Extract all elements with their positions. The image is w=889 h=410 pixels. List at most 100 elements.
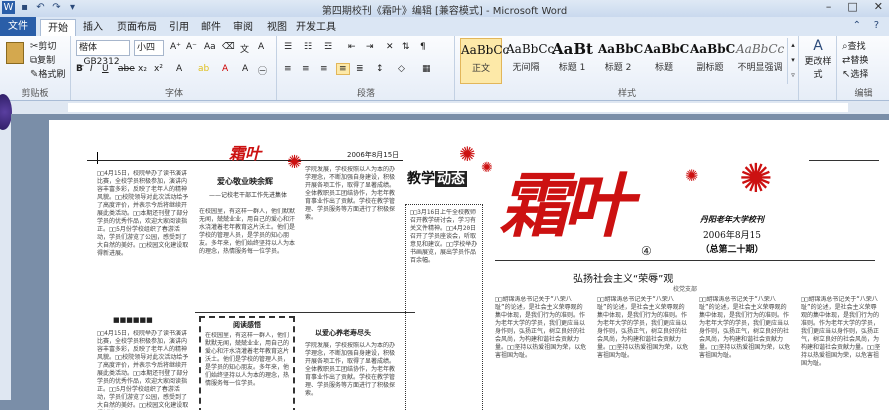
superscript-icon[interactable]: x²: [154, 64, 163, 74]
maple-leaf-icon: ✺: [459, 142, 476, 166]
distributed-icon[interactable]: ≣: [356, 64, 364, 74]
clipboard-group-label: 剪贴板: [21, 89, 49, 99]
help-icon[interactable]: ?: [874, 20, 879, 31]
style-name: 正文: [471, 64, 490, 74]
style-heading-2[interactable]: AaBbC 标题 2: [598, 38, 643, 82]
main-article-col2: □□胡锦涛总书记关于“八荣八耻”的论述，是社会主义荣辱观的集中体现，是我们行为的…: [597, 296, 689, 359]
font-group-label: 字体: [164, 89, 183, 99]
paste-icon: [6, 42, 24, 64]
change-styles-group: A 更改样式: [800, 36, 837, 100]
title-bar: W ▪ ↶ ↷ ▾ 第四期校刊《霜叶》编辑 [兼容模式] - Microsoft…: [0, 0, 889, 18]
article1-body: 在校园里，有这样一群人，他们默默无闻，兢兢业业，用自己的爱心和汗水浇灌着老年教育…: [199, 208, 295, 255]
main-article-col3: □□胡锦涛总书记关于“八荣八耻”的论述，是社会主义荣辱观的集中体现，是我们行为的…: [699, 296, 791, 359]
header-rule-right: [809, 160, 879, 161]
change-styles-button[interactable]: A 更改样式: [802, 38, 834, 80]
subscript-icon[interactable]: x₂: [138, 64, 147, 74]
strikethrough-icon[interactable]: abe: [118, 64, 135, 74]
shrink-font-icon[interactable]: A⁻: [186, 42, 197, 52]
tab-view[interactable]: 视图: [262, 19, 292, 36]
editing-group: ⌕查找 ⇄替换 ↖选择 编辑: [838, 36, 889, 100]
tab-mailings[interactable]: 邮件: [196, 19, 226, 36]
tab-home[interactable]: 开始: [40, 19, 76, 37]
underline-icon[interactable]: U: [102, 64, 109, 74]
news-box: □□3月16日上午全校教师召开教学研讨会，学习有关文件精神。□□4月20日召开了…: [405, 204, 483, 410]
style-normal[interactable]: AaBbCc 正文: [460, 38, 509, 84]
change-styles-label: 更改样式: [804, 57, 832, 80]
document-page[interactable]: 霜叶 2006年8月15日 ✺ □□4月15日，校院举办了读书演讲比赛，全校学员…: [49, 120, 889, 410]
ribbon-minimize-icon[interactable]: ⌃: [853, 20, 861, 31]
style-sample: AaBbCc: [506, 42, 555, 56]
section-heading-a: 教学: [407, 171, 435, 187]
issue-total: （总第二十期）: [700, 245, 764, 255]
format-painter-button[interactable]: ✎格式刷: [30, 67, 65, 80]
style-name: 标题 2: [604, 63, 632, 73]
borders-icon[interactable]: ▦: [422, 64, 431, 74]
bold-icon[interactable]: B: [76, 64, 83, 74]
paste-button[interactable]: [4, 40, 26, 76]
font-color-icon[interactable]: A: [222, 64, 228, 74]
style-name: 标题 1: [558, 63, 586, 73]
multilevel-list-icon[interactable]: ☲: [324, 42, 332, 52]
show-marks-icon[interactable]: ¶: [420, 42, 426, 52]
tab-references[interactable]: 引用: [164, 19, 194, 36]
maple-leaf-icon: ✺: [685, 166, 699, 185]
select-button[interactable]: ↖选择: [842, 67, 868, 80]
horizontal-ruler[interactable]: [0, 101, 889, 115]
find-button[interactable]: ⌕查找: [842, 39, 866, 52]
decrease-indent-icon[interactable]: ⇤: [348, 42, 356, 52]
article2-title: 以爱心养老寿尽头: [315, 329, 371, 337]
style-no-spacing[interactable]: AaBbCc 无间隔: [506, 38, 555, 82]
article-box: 阅读感悟 在校园里，有这样一群人，他们默默无闻，兢兢业业，用自己的爱心和汗水浇灌…: [199, 316, 295, 410]
replace-button[interactable]: ⇄替换: [842, 53, 868, 66]
copy-label: 复制: [37, 56, 56, 66]
italic-icon[interactable]: I: [90, 64, 93, 74]
sort-icon[interactable]: ⇅: [402, 42, 410, 52]
minimize-button[interactable]: –: [826, 0, 832, 13]
increase-indent-icon[interactable]: ⇥: [366, 42, 374, 52]
painter-label: 格式刷: [38, 70, 66, 80]
ruler-text-area: [68, 103, 848, 112]
grow-font-icon[interactable]: A⁺: [170, 42, 181, 52]
chinese-layout-icon[interactable]: ✕: [386, 42, 394, 52]
tab-developer[interactable]: 开发工具: [296, 19, 336, 36]
align-right-icon[interactable]: ≡: [320, 64, 328, 74]
text-effects-icon[interactable]: A: [176, 64, 182, 74]
issue-date: 2006年8月15: [702, 231, 762, 241]
shading-icon[interactable]: ◇: [398, 64, 405, 74]
styles-scroll[interactable]: ▴ ▾ ▿: [787, 38, 798, 84]
change-case-icon[interactable]: Aa: [204, 42, 216, 52]
tab-page-layout[interactable]: 页面布局: [112, 19, 162, 36]
tab-insert[interactable]: 插入: [78, 19, 108, 36]
font-size-select[interactable]: 小四: [134, 40, 164, 56]
style-subtitle[interactable]: AaBbC 副标题: [690, 38, 735, 82]
header-logo: 霜叶: [229, 144, 262, 163]
close-button[interactable]: ✕: [874, 0, 883, 13]
font-name-select[interactable]: 楷体_GB2312: [76, 40, 130, 67]
align-center-icon[interactable]: ≡: [302, 64, 310, 74]
char-border-icon[interactable]: A: [258, 42, 264, 52]
tab-file[interactable]: 文件: [0, 17, 36, 36]
char-shading-icon[interactable]: A: [242, 64, 248, 74]
styles-group: AaBbCc 正文 AaBbCc 无间隔 AaBt 标题 1 AaBbC 标题 …: [456, 36, 799, 100]
maximize-button[interactable]: □: [847, 0, 857, 13]
document-area[interactable]: 霜叶 2006年8月15日 ✺ □□4月15日，校院举办了读书演讲比赛，全校学员…: [11, 114, 889, 410]
style-heading-1[interactable]: AaBt 标题 1: [552, 38, 593, 82]
align-left-icon[interactable]: ≡: [284, 64, 292, 74]
main-article-byline: 校党支部: [673, 286, 698, 293]
line-spacing-icon[interactable]: ↕: [376, 64, 384, 74]
cut-button[interactable]: ✂剪切: [30, 39, 56, 52]
highlight-icon[interactable]: ab: [198, 64, 209, 74]
enclose-char-icon[interactable]: ㊀: [258, 64, 267, 77]
editing-group-label: 编辑: [854, 89, 873, 99]
change-styles-icon: A: [813, 38, 823, 54]
bullets-icon[interactable]: ☰: [284, 42, 292, 52]
style-title[interactable]: AaBbC 标题: [644, 38, 689, 82]
copy-button[interactable]: ⧉复制: [30, 53, 55, 66]
phonetic-icon[interactable]: 文: [240, 42, 249, 55]
style-subtle-emphasis[interactable]: AaBbCc 不明显强调: [736, 38, 784, 82]
tab-review[interactable]: 审阅: [228, 19, 258, 36]
justify-icon[interactable]: ≡: [336, 63, 350, 75]
ribbon-tabs: 文件 开始 插入 页面布局 引用 邮件 审阅 视图 开发工具 ⌃ ?: [0, 17, 889, 37]
numbering-icon[interactable]: ☷: [304, 42, 312, 52]
clear-format-icon[interactable]: ⌫: [222, 42, 235, 52]
